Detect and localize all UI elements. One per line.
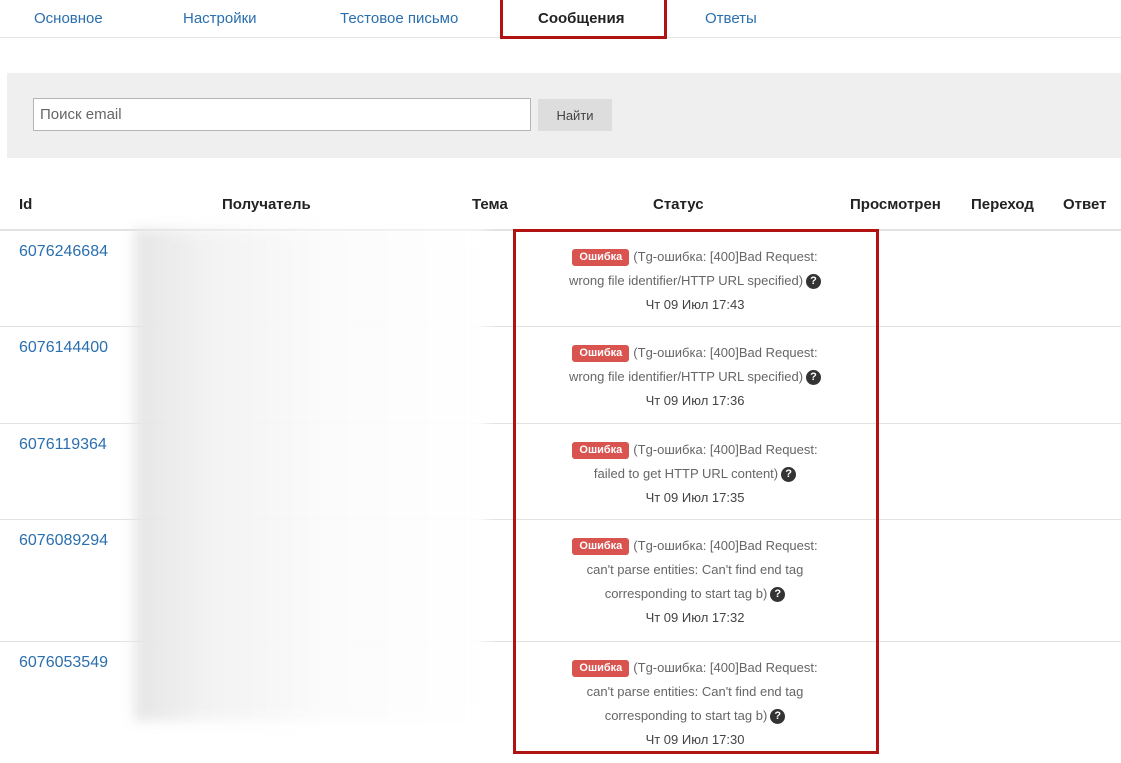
error-badge: Ошибка — [572, 249, 630, 266]
column-header-status[interactable]: Статус — [653, 196, 704, 213]
question-circle-icon[interactable]: ? — [770, 587, 786, 602]
column-header-id[interactable]: Id — [19, 196, 32, 213]
tab-test-email[interactable]: Тестовое письмо — [340, 0, 458, 37]
table-header: Id Получатель Тема Статус Просмотрен Пер… — [0, 180, 1121, 231]
search-button[interactable]: Найти — [538, 99, 612, 131]
status-cell: Ошибка (Tg-ошибка: [400]Bad Request: wron… — [518, 341, 872, 413]
question-circle-icon[interactable]: ? — [806, 370, 822, 385]
error-badge: Ошибка — [572, 660, 630, 677]
message-id-link[interactable]: 6076053549 — [19, 654, 108, 672]
status-date: Чт 09 Июл 17:35 — [645, 490, 745, 505]
status-text: (Tg-ошибка: [400]Bad Request: — [633, 249, 818, 264]
status-cell: Ошибка (Tg-ошибка: [400]Bad Request: fail… — [518, 438, 872, 510]
message-id-link[interactable]: 6076144400 — [19, 339, 108, 357]
status-cell: Ошибка (Tg-ошибка: [400]Bad Request: wron… — [518, 245, 872, 317]
status-date: Чт 09 Июл 17:36 — [645, 393, 745, 408]
message-id-link[interactable]: 6076119364 — [19, 436, 107, 454]
tab-messages[interactable]: Сообщения — [538, 0, 625, 38]
status-text: can't parse entities: Can't find end tag — [586, 562, 804, 577]
tab-settings[interactable]: Настройки — [183, 0, 257, 37]
status-date: Чт 09 Июл 17:43 — [645, 297, 745, 312]
status-text: (Tg-ошибка: [400]Bad Request: — [633, 660, 818, 675]
column-header-subject[interactable]: Тема — [472, 196, 508, 213]
status-text: failed to get HTTP URL content) — [593, 466, 779, 481]
redacted-recipient-area — [134, 229, 486, 721]
error-badge: Ошибка — [572, 538, 630, 555]
tab-replies[interactable]: Ответы — [705, 0, 757, 37]
question-circle-icon[interactable]: ? — [781, 467, 797, 482]
status-date: Чт 09 Июл 17:30 — [645, 732, 745, 747]
status-cell: Ошибка (Tg-ошибка: [400]Bad Request: can'… — [518, 534, 872, 630]
status-text: (Tg-ошибка: [400]Bad Request: — [633, 538, 818, 553]
column-header-viewed[interactable]: Просмотрен — [850, 196, 941, 213]
message-id-link[interactable]: 6076246684 — [19, 243, 108, 261]
column-header-recipient[interactable]: Получатель — [222, 196, 311, 213]
status-text: (Tg-ошибка: [400]Bad Request: — [633, 442, 818, 457]
status-date: Чт 09 Июл 17:32 — [645, 610, 745, 625]
search-panel: Найти — [7, 73, 1121, 158]
error-badge: Ошибка — [572, 345, 630, 362]
column-header-reply[interactable]: Ответ — [1063, 196, 1107, 213]
tab-bar: Основное Настройки Тестовое письмо Сообщ… — [0, 0, 1121, 38]
question-circle-icon[interactable]: ? — [806, 274, 822, 289]
error-badge: Ошибка — [572, 442, 630, 459]
status-text: can't parse entities: Can't find end tag — [586, 684, 804, 699]
tab-main[interactable]: Основное — [34, 0, 103, 37]
question-circle-icon[interactable]: ? — [770, 709, 786, 724]
status-text: corresponding to start tag b) — [604, 586, 768, 601]
message-id-link[interactable]: 6076089294 — [19, 532, 108, 550]
status-text: corresponding to start tag b) — [604, 708, 768, 723]
status-text: (Tg-ошибка: [400]Bad Request: — [633, 345, 818, 360]
status-text: wrong file identifier/HTTP URL specified… — [568, 369, 804, 384]
status-cell: Ошибка (Tg-ошибка: [400]Bad Request: can'… — [518, 656, 872, 752]
search-input[interactable] — [33, 98, 531, 131]
status-text: wrong file identifier/HTTP URL specified… — [568, 273, 804, 288]
column-header-click[interactable]: Переход — [971, 196, 1034, 213]
